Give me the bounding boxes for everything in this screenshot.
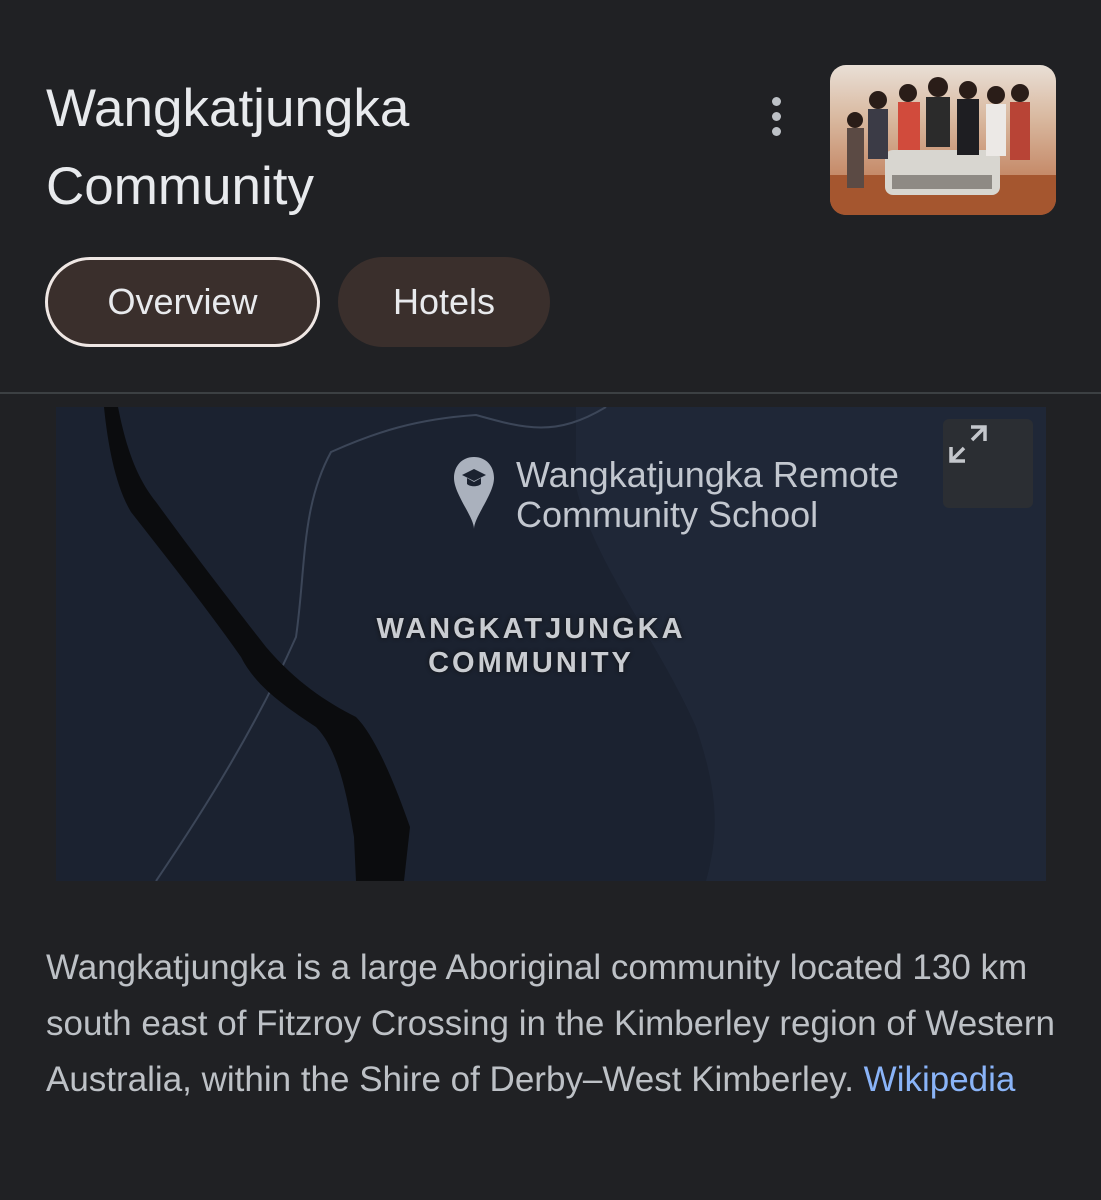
tab-hotels[interactable]: Hotels (338, 257, 550, 347)
page-title: Wangkatjungka Community (46, 79, 410, 216)
tab-overview[interactable]: Overview (45, 257, 320, 347)
more-options-button[interactable] (752, 88, 800, 144)
tab-bar: Overview Hotels (45, 257, 550, 347)
community-photo-thumbnail[interactable] (830, 65, 1056, 215)
poi-label[interactable]: Wangkatjungka Remote Community School (516, 455, 899, 535)
map-view[interactable]: Wangkatjungka Remote Community School WA… (56, 407, 1046, 881)
wikipedia-link[interactable]: Wikipedia (864, 1060, 1016, 1099)
more-vert-icon (771, 96, 781, 106)
area-label: WANGKATJUNGKA COMMUNITY (376, 613, 686, 679)
school-pin-icon[interactable] (452, 455, 496, 531)
expand-map-button[interactable] (943, 419, 1033, 508)
fullscreen-icon (949, 425, 987, 463)
divider (0, 392, 1101, 394)
photo-image (830, 65, 1056, 215)
description: Wangkatjungka is a large Aboriginal comm… (46, 940, 1056, 1108)
